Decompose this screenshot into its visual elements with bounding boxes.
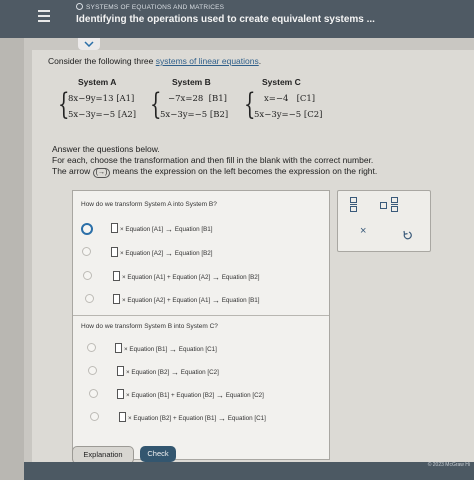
q1-radio-2[interactable] (82, 247, 91, 256)
undo-icon[interactable] (402, 227, 412, 245)
instructions: Answer the questions below. For each, ch… (52, 144, 378, 178)
tag-c2: [C2] (303, 110, 323, 120)
copyright: © 2023 McGraw Hi (427, 462, 470, 468)
question-2-prompt: How do we transform System B into System… (81, 323, 218, 330)
circle-icon (76, 3, 83, 10)
equation-c2: 5x−3y=−5 (254, 110, 302, 120)
q1-option-3: × Equation [A1] + Equation [A2] → Equati… (113, 271, 260, 282)
q2-option-4: × Equation [B2] + Equation [B1] → Equati… (119, 412, 266, 423)
blank-input[interactable] (111, 223, 118, 233)
page-title: Identifying the operations used to creat… (76, 14, 375, 25)
hamburger-menu-icon[interactable] (38, 10, 50, 22)
arrow-symbol: (→) (92, 168, 111, 178)
questions-panel: How do we transform System A into System… (72, 190, 330, 460)
q2-radio-4[interactable] (90, 412, 99, 421)
chevron-down-icon (84, 41, 94, 47)
q1-radio-4[interactable] (85, 294, 94, 303)
fraction-icon[interactable] (350, 197, 357, 217)
equation-c1: x=−4 (264, 94, 289, 104)
footer: © 2023 McGraw Hi (24, 462, 474, 480)
check-button[interactable]: Check (140, 446, 176, 462)
left-margin (0, 38, 24, 480)
tag-b1: [B1] (208, 94, 227, 104)
mixed-number-icon[interactable] (380, 197, 399, 217)
q2-option-1: × Equation [B1] → Equation [C1] (115, 343, 217, 354)
equation-a1: 8x−9y=13 (68, 94, 114, 104)
q2-radio-1[interactable] (87, 343, 96, 352)
clear-button[interactable]: × (360, 225, 366, 237)
blank-input[interactable] (113, 271, 120, 281)
blank-input[interactable] (115, 343, 122, 353)
q1-option-4: × Equation [A2] + Equation [A1] → Equati… (113, 294, 260, 305)
intro-text: Consider the following three systems of … (48, 56, 262, 66)
math-toolbar: × (337, 190, 431, 252)
question-1-prompt: How do we transform System A into System… (81, 201, 217, 208)
q1-option-2: × Equation [A2] → Equation [B2] (111, 247, 213, 258)
system-a-label: System A (78, 77, 117, 87)
q1-option-1: × Equation [A1] → Equation [B1] (111, 223, 213, 234)
system-c-label: System C (262, 77, 301, 87)
system-b-label: System B (172, 77, 211, 87)
blank-input[interactable] (119, 412, 126, 422)
tag-a1: [A1] (116, 94, 135, 104)
divider (73, 315, 329, 316)
blank-input[interactable] (113, 294, 120, 304)
q2-option-3: × Equation [B1] + Equation [B2] → Equati… (117, 389, 264, 400)
blank-input[interactable] (111, 247, 118, 257)
topic-label: SYSTEMS OF EQUATIONS AND MATRICES (76, 3, 224, 11)
collapse-header-button[interactable] (78, 38, 100, 50)
systems-link[interactable]: systems of linear equations (156, 56, 259, 66)
question-card: Consider the following three systems of … (32, 50, 474, 480)
equation-b1: −7x=28 (168, 94, 204, 104)
blank-input[interactable] (117, 366, 124, 376)
q2-radio-3[interactable] (89, 389, 98, 398)
tag-c1: [C1] (296, 94, 316, 104)
tag-b2: [B2] (209, 110, 229, 120)
q2-radio-2[interactable] (88, 366, 97, 375)
q1-radio-1[interactable] (81, 223, 93, 235)
tag-a2: [A2] (117, 110, 137, 120)
equation-b2: 5x−3y=−5 (160, 110, 208, 120)
q2-option-2: × Equation [B2] → Equation [C2] (117, 366, 219, 377)
q1-radio-3[interactable] (83, 271, 92, 280)
blank-input[interactable] (117, 389, 124, 399)
top-bar: SYSTEMS OF EQUATIONS AND MATRICES Identi… (0, 0, 474, 38)
equation-a2: 5x−3y=−5 (68, 110, 116, 120)
